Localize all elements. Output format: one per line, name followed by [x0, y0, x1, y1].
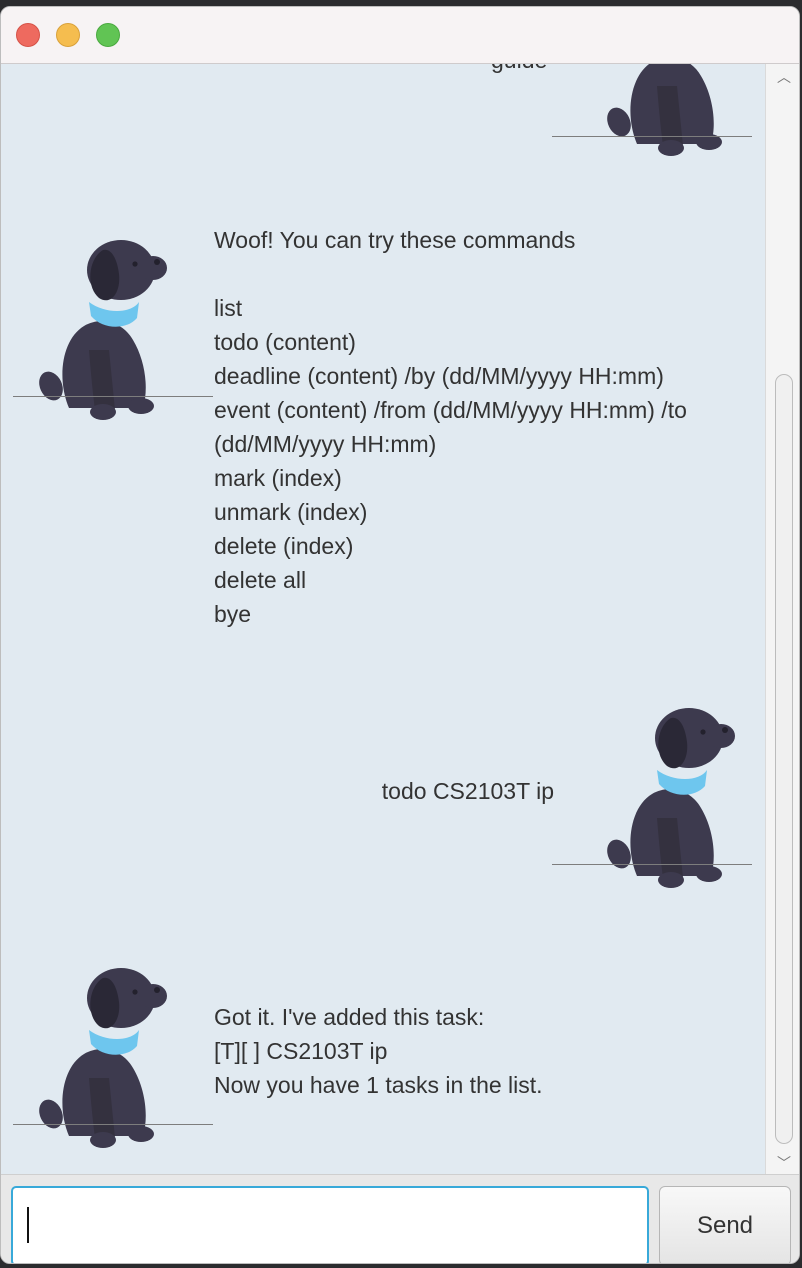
dog-icon — [607, 64, 737, 156]
app-window: guide Woof! You can try these commands l… — [0, 6, 800, 1264]
avatar-divider — [552, 864, 752, 865]
user-message-text: guide — [491, 64, 547, 77]
dog-icon — [39, 240, 169, 420]
text-caret — [27, 1207, 29, 1243]
scroll-up-icon[interactable]: ︿ — [776, 70, 792, 86]
scrollbar-thumb[interactable] — [775, 374, 793, 1144]
avatar-divider — [552, 136, 752, 137]
bot-message-text: Woof! You can try these commands list to… — [214, 227, 687, 627]
send-button[interactable]: Send — [659, 1186, 791, 1263]
message-input[interactable] — [11, 1186, 649, 1263]
user-message-text: todo CS2103T ip — [381, 778, 554, 804]
dog-icon — [607, 708, 737, 888]
dialog-container: guide Woof! You can try these commands l… — [1, 64, 765, 1174]
scroll-down-icon[interactable]: ﹀ — [776, 1156, 792, 1172]
avatar-divider — [13, 396, 213, 397]
avatar-divider — [13, 1124, 213, 1125]
maximize-window-button[interactable] — [96, 23, 120, 47]
minimize-window-button[interactable] — [56, 23, 80, 47]
vertical-scrollbar[interactable]: ︿ ﹀ — [765, 64, 799, 1174]
input-bar: Send — [1, 1174, 799, 1263]
title-bar — [1, 7, 799, 64]
close-window-button[interactable] — [16, 23, 40, 47]
dog-icon — [39, 968, 169, 1148]
bot-message-text: Got it. I've added this task: [T][ ] CS2… — [214, 1004, 543, 1098]
